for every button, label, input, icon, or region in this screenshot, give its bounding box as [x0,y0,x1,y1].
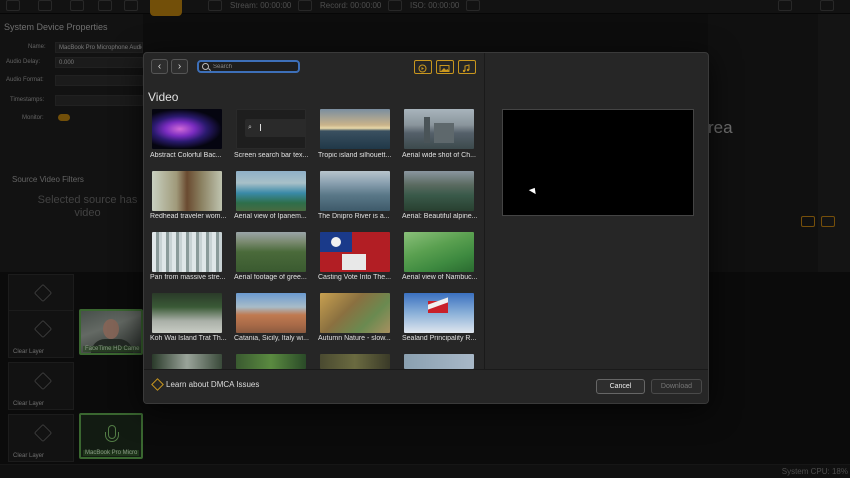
video-thumbnail[interactable] [236,171,306,211]
section-title: Video [148,90,179,104]
music-filter-button[interactable] [458,60,476,74]
video-caption: Pan from massive stre... [150,274,226,281]
download-button[interactable]: Download [651,379,702,394]
video-caption: Catania, Sicily, Italy wi... [234,335,309,342]
video-caption: Koh Wai Island Trat Th... [150,335,227,342]
back-button[interactable]: ‹ [151,59,168,74]
video-thumbnail[interactable] [320,232,390,272]
video-caption: Screen search bar tex... [234,152,309,159]
video-thumbnail[interactable] [320,171,390,211]
video-thumbnail[interactable] [152,109,222,149]
video-caption: Autumn Nature - slow... [318,335,391,342]
video-thumbnail[interactable] [236,293,306,333]
thumb-search-bar [245,119,305,137]
video-caption: Sealand Principality R... [402,335,477,342]
video-thumbnail[interactable] [320,109,390,149]
video-thumbnail[interactable] [152,354,222,369]
video-thumbnail[interactable]: ⌕ [236,109,306,149]
search-icon [202,63,209,70]
video-caption: Aerial view of Nambuc... [402,274,478,281]
dmca-link[interactable]: Learn about DMCA Issues [166,380,259,389]
flag-sun [331,237,341,247]
video-caption: Aerial view of Ipanem... [234,213,307,220]
warning-diamond-icon [151,378,164,391]
mouse-cursor-icon [528,185,539,195]
video-thumbnail[interactable] [404,354,474,369]
tower-shape [424,117,430,143]
ballot-box [342,254,366,270]
video-caption: Redhead traveler wom... [150,213,227,220]
video-caption: Aerial footage of gree... [234,274,307,281]
video-caption: Casting Vote Into The... [318,274,392,281]
play-icon [418,64,427,73]
thumb-caret [260,124,261,131]
video-thumbnail[interactable] [320,354,390,369]
video-caption: Abstract Colorful Bac... [150,152,222,159]
search-box [197,60,300,73]
video-thumbnail[interactable] [152,232,222,272]
video-caption: Tropic island silhouett... [318,152,392,159]
video-filter-button[interactable] [414,60,432,74]
video-thumbnail[interactable] [236,354,306,369]
video-thumbnail[interactable] [236,232,306,272]
music-icon [462,64,470,73]
search-input[interactable] [213,62,295,71]
thumb-search-icon: ⌕ [248,124,252,131]
tower-shape [434,123,454,143]
image-icon [439,65,450,72]
forward-button[interactable]: › [171,59,188,74]
video-thumbnail[interactable] [404,109,474,149]
video-thumbnail[interactable] [320,293,390,333]
cancel-button[interactable]: Cancel [596,379,645,394]
video-thumbnail[interactable] [404,232,474,272]
image-filter-button[interactable] [436,60,454,74]
stock-media-dialog: ‹ › Video Abstract Colorful Bac... ⌕ [143,52,709,404]
video-caption: Aerial wide shot of Ch... [402,152,476,159]
video-thumbnail[interactable] [404,171,474,211]
media-preview [502,109,694,216]
video-caption: The Dnipro River is a... [318,213,390,220]
media-browser: ‹ › Video Abstract Colorful Bac... ⌕ [144,53,485,369]
dialog-footer: Learn about DMCA Issues Cancel Download [144,370,708,403]
app-window: Stream: 00:00:00 Record: 00:00:00 ISO: 0… [0,0,850,478]
video-thumbnail[interactable] [404,293,474,333]
video-thumbnail[interactable] [152,293,222,333]
video-thumbnail[interactable] [152,171,222,211]
video-caption: Aerial: Beautiful alpine... [402,213,478,220]
